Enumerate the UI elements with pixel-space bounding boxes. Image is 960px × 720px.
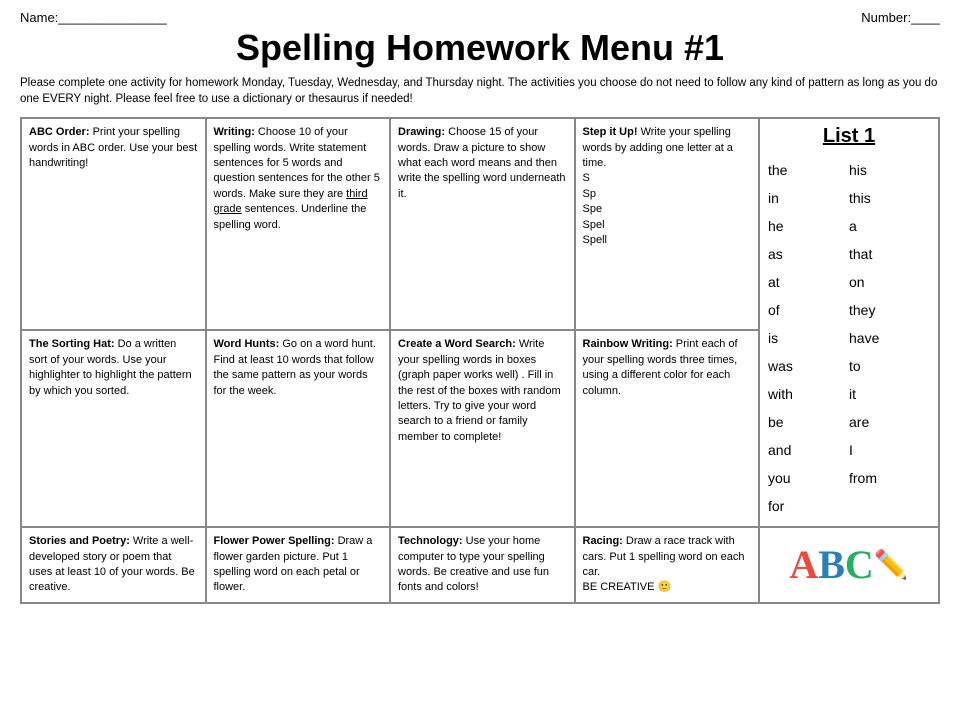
- list-panel: List 1 thehis inthis hea asthat aton oft…: [759, 118, 939, 527]
- writing-title: Writing:: [214, 126, 258, 138]
- list-word: you: [768, 464, 849, 492]
- list-word: [849, 492, 930, 520]
- step-it-up-title: Step it Up!: [583, 126, 641, 138]
- list-title: List 1: [768, 125, 930, 148]
- word-search-body: Write your spelling words in boxes (grap…: [398, 338, 561, 442]
- stories-poetry-title: Stories and Poetry:: [29, 535, 133, 547]
- word-search-cell: Create a Word Search: Write your spellin…: [390, 330, 575, 527]
- list-word: are: [849, 408, 930, 436]
- list-words: thehis inthis hea asthat aton ofthey ish…: [768, 156, 930, 520]
- stories-poetry-cell: Stories and Poetry: Write a well-develop…: [21, 527, 206, 603]
- list-word: it: [849, 380, 930, 408]
- activity-grid: ABC Order: Print your spelling words in …: [20, 117, 940, 604]
- drawing-title: Drawing:: [398, 126, 448, 138]
- instructions-text: Please complete one activity for homewor…: [20, 75, 940, 107]
- step-it-up-body: Write your spelling words by adding one …: [583, 126, 733, 246]
- abc-order-title: ABC Order:: [29, 126, 93, 138]
- list-word: I: [849, 436, 930, 464]
- sorting-hat-cell: The Sorting Hat: Do a written sort of yo…: [21, 330, 206, 527]
- word-hunts-title: Word Hunts:: [214, 338, 283, 350]
- word-search-title: Create a Word Search:: [398, 338, 519, 350]
- list-word: to: [849, 352, 930, 380]
- list-word: in: [768, 184, 849, 212]
- list-word: is: [768, 324, 849, 352]
- pencil-icon: ✏️: [874, 548, 909, 582]
- name-label: Name:_______________: [20, 10, 167, 25]
- technology-cell: Technology: Use your home computer to ty…: [390, 527, 575, 603]
- flower-power-title: Flower Power Spelling:: [214, 535, 338, 547]
- rainbow-writing-title: Rainbow Writing:: [583, 338, 676, 350]
- rainbow-writing-cell: Rainbow Writing: Print each of your spel…: [575, 330, 760, 527]
- flower-power-cell: Flower Power Spelling: Draw a flower gar…: [206, 527, 391, 603]
- abc-letter-c: C: [845, 541, 874, 588]
- list-word: and: [768, 436, 849, 464]
- abc-order-cell: ABC Order: Print your spelling words in …: [21, 118, 206, 330]
- number-label: Number:____: [861, 10, 940, 25]
- list-word: from: [849, 464, 930, 492]
- abc-letter-b: B: [818, 541, 845, 588]
- list-word: with: [768, 380, 849, 408]
- abc-letter-a: A: [789, 541, 818, 588]
- list-word: that: [849, 240, 930, 268]
- list-word: as: [768, 240, 849, 268]
- list-word: on: [849, 268, 930, 296]
- list-word: the: [768, 156, 849, 184]
- word-hunts-cell: Word Hunts: Go on a word hunt. Find at l…: [206, 330, 391, 527]
- list-word: at: [768, 268, 849, 296]
- racing-cell: Racing: Draw a race track with cars. Put…: [575, 527, 760, 603]
- writing-body: Choose 10 of your spelling words. Write …: [214, 126, 380, 230]
- page-title: Spelling Homework Menu #1: [20, 27, 940, 69]
- drawing-cell: Drawing: Choose 15 of your words. Draw a…: [390, 118, 575, 330]
- abc-display-panel: A B C ✏️: [759, 527, 939, 603]
- racing-title: Racing:: [583, 535, 626, 547]
- list-word: be: [768, 408, 849, 436]
- list-word: was: [768, 352, 849, 380]
- sorting-hat-title: The Sorting Hat:: [29, 338, 118, 350]
- writing-cell: Writing: Choose 10 of your spelling word…: [206, 118, 391, 330]
- step-it-up-cell: Step it Up! Write your spelling words by…: [575, 118, 760, 330]
- list-word: for: [768, 492, 849, 520]
- list-word: his: [849, 156, 930, 184]
- list-word: they: [849, 296, 930, 324]
- list-word: this: [849, 184, 930, 212]
- list-word: a: [849, 212, 930, 240]
- list-word: of: [768, 296, 849, 324]
- list-word: he: [768, 212, 849, 240]
- list-word: have: [849, 324, 930, 352]
- technology-title: Technology:: [398, 535, 466, 547]
